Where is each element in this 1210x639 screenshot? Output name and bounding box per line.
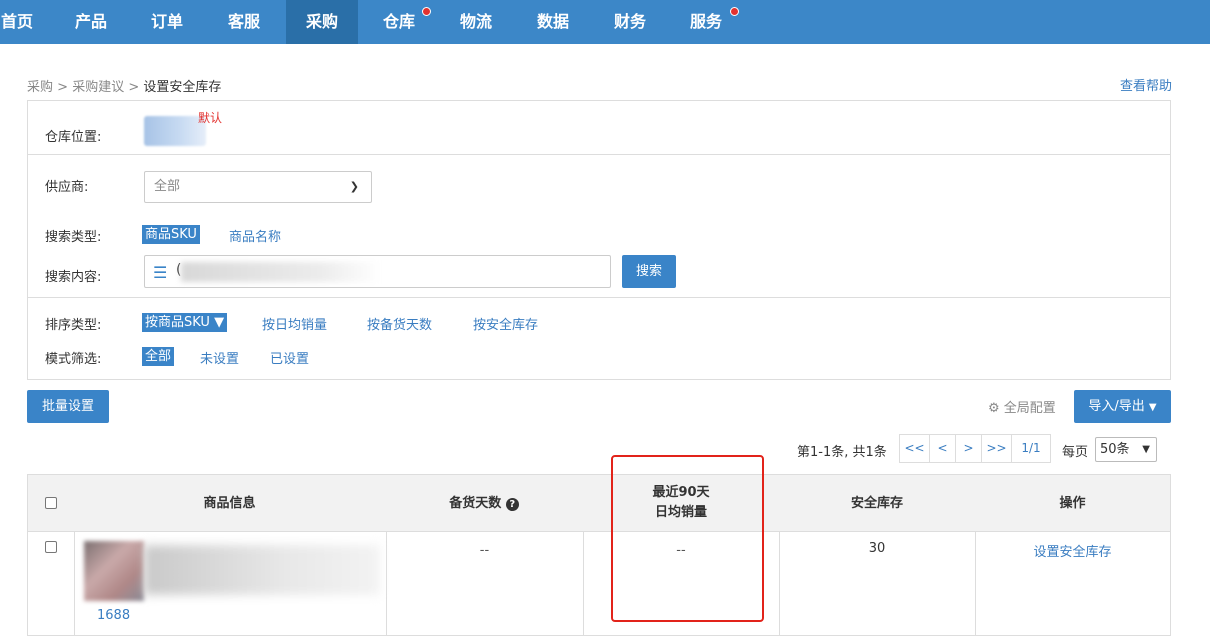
global-config-label: 全局配置 xyxy=(1003,401,1056,416)
nav-item-finance[interactable]: 财务 xyxy=(603,0,657,44)
nav-item-home[interactable]: 首页 xyxy=(0,0,40,44)
supplier-select-value: 全部 xyxy=(154,179,181,194)
product-name[interactable] xyxy=(144,545,380,595)
last-page-button[interactable]: >> xyxy=(981,434,1012,463)
chevron-down-icon: ▼ xyxy=(1148,402,1157,413)
select-all-checkbox[interactable] xyxy=(45,497,57,509)
sort-by-safety-stock[interactable]: 按安全库存 xyxy=(473,314,538,333)
mode-filter-all[interactable]: 全部 xyxy=(142,347,175,366)
supplier-select[interactable]: 全部 ❯ xyxy=(144,171,372,203)
nav-item-data[interactable]: 数据 xyxy=(526,0,580,44)
chevron-down-icon: ▼ xyxy=(1142,444,1150,455)
sort-by-sku[interactable]: 按商品SKU ▼ xyxy=(142,313,228,332)
supplier-label: 供应商: xyxy=(45,180,89,195)
nav-item-warehouse[interactable]: 仓库 xyxy=(372,0,426,44)
search-type-label: 搜索类型: xyxy=(45,230,102,245)
sort-by-daily-sales[interactable]: 按日均销量 xyxy=(262,314,327,333)
product-table: 商品信息 备货天数 ? 最近90天 日均销量 安全库存 操作 1688 -- -… xyxy=(27,474,1171,636)
search-button[interactable]: 搜索 xyxy=(622,255,676,288)
top-nav: 首页 产品 订单 客服 采购 仓库 物流 数据 财务 服务 xyxy=(0,0,1210,44)
search-input[interactable]: ☰ ( xyxy=(144,255,611,288)
breadcrumb-separator: > xyxy=(57,80,69,95)
per-page-select[interactable]: 50条 ▼ xyxy=(1095,437,1157,462)
cell-safety-stock: 30 xyxy=(868,541,886,556)
mode-filter-label: 模式筛选: xyxy=(45,352,102,367)
breadcrumb: 采购 > 采购建议 > 设置安全库存 xyxy=(27,76,221,95)
table-header: 商品信息 备货天数 ? 最近90天 日均销量 安全库存 操作 xyxy=(28,475,1170,532)
set-safety-stock-link[interactable]: 设置安全库存 xyxy=(975,541,1170,560)
nav-item-purchase[interactable]: 采购 xyxy=(286,0,358,44)
import-export-button[interactable]: 导入/导出 ▼ xyxy=(1074,390,1171,423)
nav-item-orders[interactable]: 订单 xyxy=(140,0,194,44)
pagination-info: 第1-1条, 共1条 xyxy=(797,445,887,460)
warehouse-selector[interactable] xyxy=(144,116,206,146)
breadcrumb-item-purchase[interactable]: 采购 xyxy=(27,80,53,95)
search-input-value xyxy=(181,262,381,282)
per-page-value: 50条 xyxy=(1100,442,1130,457)
warehouse-default-tag: 默认 xyxy=(198,111,223,125)
nav-item-services[interactable]: 服务 xyxy=(679,0,733,44)
global-config-button[interactable]: ⚙ 全局配置 xyxy=(988,397,1056,416)
filter-panel: 仓库位置: 默认 供应商: 全部 ❯ 搜索类型: 商品SKU 商品名称 搜索内容… xyxy=(27,100,1171,380)
search-type-name[interactable]: 商品名称 xyxy=(229,226,281,245)
mode-filter-set[interactable]: 已设置 xyxy=(270,348,309,367)
header-action: 操作 xyxy=(1059,496,1086,511)
product-thumbnail[interactable] xyxy=(84,541,144,601)
list-icon[interactable]: ☰ xyxy=(153,263,167,282)
breadcrumb-current: 设置安全库存 xyxy=(143,80,222,95)
warehouse-notification-dot xyxy=(422,7,431,16)
prev-page-button[interactable]: < xyxy=(929,434,956,463)
first-page-button[interactable]: << xyxy=(899,434,930,463)
breadcrumb-separator: > xyxy=(128,80,140,95)
gear-icon: ⚙ xyxy=(988,401,1000,416)
header-safety-stock: 安全库存 xyxy=(850,496,903,511)
product-source-link[interactable]: 1688 xyxy=(97,608,130,623)
nav-item-products[interactable]: 产品 xyxy=(64,0,118,44)
batch-set-button[interactable]: 批量设置 xyxy=(27,390,109,423)
row-checkbox[interactable] xyxy=(45,541,57,553)
question-circle-icon[interactable]: ? xyxy=(505,498,519,511)
header-stock-days: 备货天数 ? xyxy=(386,475,582,532)
nav-item-logistics[interactable]: 物流 xyxy=(449,0,503,44)
chevron-down-icon: ❯ xyxy=(349,180,359,193)
import-export-label: 导入/导出 xyxy=(1088,399,1145,414)
header-stock-days-label: 备货天数 xyxy=(449,496,502,511)
mode-filter-unset[interactable]: 未设置 xyxy=(200,348,239,367)
divider xyxy=(28,154,1170,155)
help-link[interactable]: 查看帮助 xyxy=(1120,75,1172,94)
sort-type-label: 排序类型: xyxy=(45,318,102,333)
highlight-box xyxy=(611,455,764,622)
divider xyxy=(28,297,1170,298)
services-notification-dot xyxy=(730,7,739,16)
per-page-label: 每页 xyxy=(1062,445,1089,460)
breadcrumb-item-suggestion[interactable]: 采购建议 xyxy=(72,80,124,95)
nav-item-service[interactable]: 客服 xyxy=(217,0,271,44)
column-divider xyxy=(74,532,75,636)
next-page-button[interactable]: > xyxy=(955,434,982,463)
sort-by-stock-days[interactable]: 按备货天数 xyxy=(367,314,432,333)
search-content-label: 搜索内容: xyxy=(45,270,102,285)
header-product-info: 商品信息 xyxy=(203,496,256,511)
search-type-sku[interactable]: 商品SKU xyxy=(142,225,200,244)
page-indicator: 1/1 xyxy=(1011,434,1051,463)
cell-stock-days: -- xyxy=(479,543,490,558)
warehouse-label: 仓库位置: xyxy=(45,130,102,145)
